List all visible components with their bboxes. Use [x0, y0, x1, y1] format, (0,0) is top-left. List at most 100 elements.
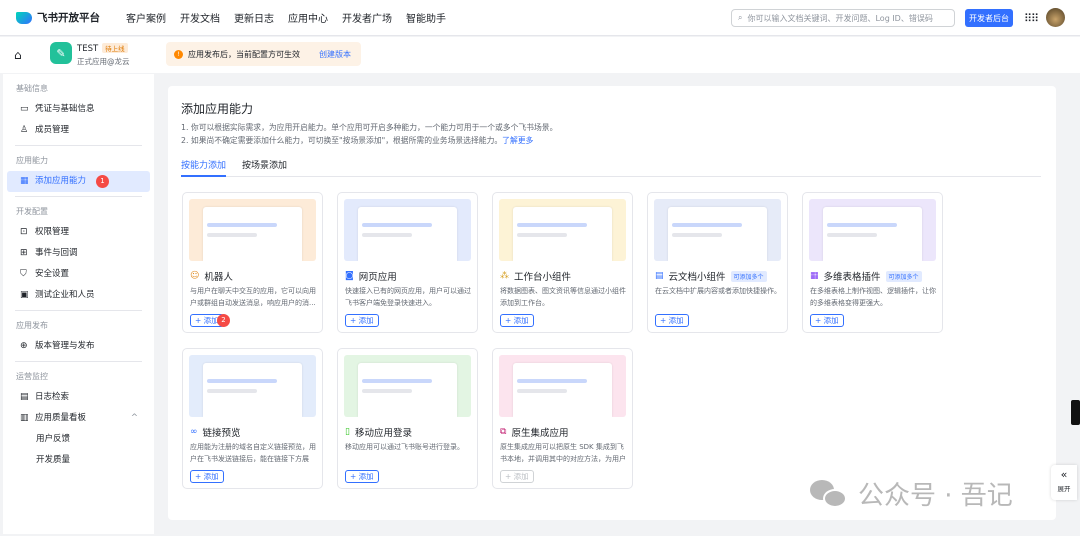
card-description: 与用户在聊天中交互的应用，它可以向用户或群组自动发送消息，响应用户的消...	[190, 287, 316, 307]
feishu-logo[interactable]: 飞书开放平台	[16, 10, 100, 25]
app-icon: ✎	[50, 42, 72, 64]
capability-icon: ▦	[810, 271, 819, 281]
capability-card[interactable]: ⁂ 工作台小组件 将数据图表、图文资讯等信息通过小组件添加到工作台。 + 添加	[492, 192, 633, 333]
card-preview-image	[189, 355, 316, 417]
add-label: + 添加	[195, 472, 219, 481]
capability-card[interactable]: ⧉ 原生集成应用 原生集成应用可以把原生 SDK 集成到飞书本地，并调用其中的对应…	[492, 348, 633, 489]
card-description: 原生集成应用可以把原生 SDK 集成到飞书本地，并调用其中的对应方法，为用户提.…	[500, 443, 626, 463]
watermark: 公众号 · 吾记	[810, 475, 1013, 512]
step-badge: 2	[217, 314, 230, 327]
capability-card[interactable]: ▦ 多维表格插件 可添加多个 在多维表格上制作视图、逻辑插件，让你的多维表格变得更强…	[802, 192, 943, 333]
nav-item[interactable]: 客户案例	[126, 10, 166, 25]
capability-card[interactable]: ∞ 链接预览 应用能为注册的域名自定义链接预览，用户在飞书发送链接后，能在链接下方…	[182, 348, 323, 489]
capability-icon: ⧉	[500, 427, 507, 437]
side-handle[interactable]	[1071, 400, 1080, 425]
desc-line-2: 2. 如果尚不确定需要添加什么能力，可切换至"按场景添加"，根据所需的业务场景选…	[181, 136, 503, 145]
sidebar-item-label: 用户反馈	[36, 434, 71, 444]
card-title-text: 网页应用	[358, 272, 397, 283]
add-label: + 添加	[195, 316, 219, 325]
sidebar-item[interactable]: ♙ 成员管理	[7, 120, 150, 141]
sidebar: 基础信息 ▭ 凭证与基础信息 ♙ 成员管理 应用能力 ▦ 添加应用能力 1 开发配置 ⊡ 权限管理 ⊞ 事…	[3, 74, 154, 534]
sidebar-item-label: 事件与回调	[35, 248, 78, 258]
multi-badge: 可添加多个	[885, 270, 922, 282]
logo-icon	[16, 11, 32, 24]
content-panel: 添加应用能力 1. 你可以根据实际需求，为应用开启能力。单个应用可开启多种能力，…	[168, 86, 1056, 520]
add-button[interactable]: + 添加	[500, 470, 534, 483]
step-badge: 1	[96, 175, 110, 188]
sidebar-item[interactable]: ⊡ 权限管理	[7, 222, 150, 243]
sidebar-item-icon: ⊕	[20, 341, 28, 351]
sidebar-item-icon: ⊡	[20, 227, 28, 237]
sidebar-item[interactable]: ▭ 凭证与基础信息	[7, 99, 150, 120]
sidebar-item[interactable]: ▥ 应用质量看板 ^	[7, 408, 150, 429]
nav-item[interactable]: 开发文档	[180, 10, 220, 25]
card-title-text: 机器人	[204, 272, 233, 283]
desc-line-1: 1. 你可以根据实际需求，为应用开启能力。单个应用可开启多种能力，一个能力可用于…	[181, 123, 558, 132]
capability-icon: ∞	[190, 427, 198, 437]
card-title-text: 链接预览	[202, 428, 241, 439]
sidebar-item[interactable]: 用户反馈	[7, 429, 150, 450]
sidebar-item-label: 测试企业和人员	[35, 290, 95, 300]
sidebar-item-icon: ▣	[20, 290, 29, 300]
sidebar-item-label: 应用质量看板	[35, 413, 87, 423]
capability-card[interactable]: ▯ 移动应用登录 移动应用可以通过飞书账号进行登录。 + 添加	[337, 348, 478, 489]
search-placeholder: 你可以输入文档关键词、开发问题、Log ID、错误码	[747, 13, 933, 23]
add-label: + 添加	[505, 316, 529, 325]
tab-by-scenario[interactable]: 按场景添加	[242, 158, 287, 176]
main-nav: 客户案例 开发文档 更新日志 应用中心 开发者广场 智能助手	[126, 10, 446, 25]
nav-item[interactable]: 更新日志	[234, 10, 274, 25]
card-description: 快速接入已有的网页应用，用户可以通过飞书客户端免登录快速进入。	[345, 287, 471, 307]
add-button[interactable]: + 添加	[655, 314, 689, 327]
card-preview-image	[344, 199, 471, 261]
expand-label: 展开	[1057, 485, 1071, 493]
card-description: 应用能为注册的域名自定义链接预览，用户在飞书发送链接后，能在链接下方展示...	[190, 443, 316, 463]
nav-item[interactable]: 应用中心	[288, 10, 328, 25]
capability-icon: ▤	[655, 271, 664, 281]
capability-icon: ▯	[345, 427, 350, 437]
card-title: ▤ 云文档小组件 可添加多个	[655, 269, 767, 283]
nav-item[interactable]: 智能助手	[406, 10, 446, 25]
capability-card[interactable]: ◙ 网页应用 快速接入已有的网页应用，用户可以通过飞书客户端免登录快速进入。 + …	[337, 192, 478, 333]
avatar[interactable]	[1046, 8, 1065, 27]
card-title: ◙ 网页应用	[345, 269, 397, 283]
app-name: TEST 待上线	[77, 43, 128, 54]
home-icon[interactable]: ⌂	[14, 48, 22, 62]
search-input[interactable]: ⌕ 你可以输入文档关键词、开发问题、Log ID、错误码	[731, 9, 955, 27]
sidebar-item[interactable]: ⊞ 事件与回调	[7, 243, 150, 264]
divider	[15, 361, 142, 362]
sidebar-item-label: 安全设置	[35, 269, 70, 279]
nav-item[interactable]: 开发者广场	[342, 10, 392, 25]
capability-card[interactable]: ▤ 云文档小组件 可添加多个 在云文档中扩展内容或者添加快捷操作。 + 添加	[647, 192, 788, 333]
sidebar-item[interactable]: ▦ 添加应用能力 1	[7, 171, 150, 192]
add-label: + 添加	[815, 316, 839, 325]
expand-button[interactable]: « 展开	[1051, 465, 1077, 500]
wechat-icon	[810, 479, 848, 508]
learn-more-link[interactable]: 了解更多	[502, 136, 533, 145]
add-button[interactable]: + 添加	[190, 470, 224, 483]
capability-icon: ◙	[345, 271, 354, 281]
sidebar-item[interactable]: ⛉ 安全设置	[7, 264, 150, 285]
app-name-text: TEST	[77, 44, 99, 54]
add-button[interactable]: + 添加	[500, 314, 534, 327]
sidebar-group-title: 运营监控	[16, 372, 48, 381]
apps-grid-icon[interactable]: ⠿⠿	[1024, 12, 1039, 25]
sidebar-item[interactable]: 开发质量	[7, 450, 150, 471]
add-button[interactable]: + 添加	[345, 314, 379, 327]
page-title: 添加应用能力	[181, 102, 254, 116]
sidebar-item-label: 日志检索	[35, 392, 70, 402]
card-title: ▦ 多维表格插件 可添加多个	[810, 269, 922, 283]
add-button[interactable]: + 添加 2	[190, 314, 230, 327]
create-version-link[interactable]: 创建版本	[319, 49, 351, 60]
tab-by-capability[interactable]: 按能力添加	[181, 158, 227, 177]
capability-card[interactable]: ☺ 机器人 与用户在聊天中交互的应用，它可以向用户或群组自动发送消息，响应用户的消…	[182, 192, 323, 333]
sidebar-item[interactable]: ▤ 日志检索	[7, 387, 150, 408]
sidebar-item[interactable]: ▣ 测试企业和人员	[7, 285, 150, 306]
developer-console-button[interactable]: 开发者后台	[965, 9, 1013, 27]
sidebar-item-label: 凭证与基础信息	[35, 104, 95, 114]
sidebar-item[interactable]: ⊕ 版本管理与发布	[7, 336, 150, 357]
card-description: 在云文档中扩展内容或者添加快捷操作。	[655, 287, 781, 295]
app-header-bar: ⌂	[0, 37, 1080, 73]
chevron-up-icon[interactable]: ^	[131, 408, 138, 429]
add-button[interactable]: + 添加	[810, 314, 844, 327]
add-button[interactable]: + 添加	[345, 470, 379, 483]
